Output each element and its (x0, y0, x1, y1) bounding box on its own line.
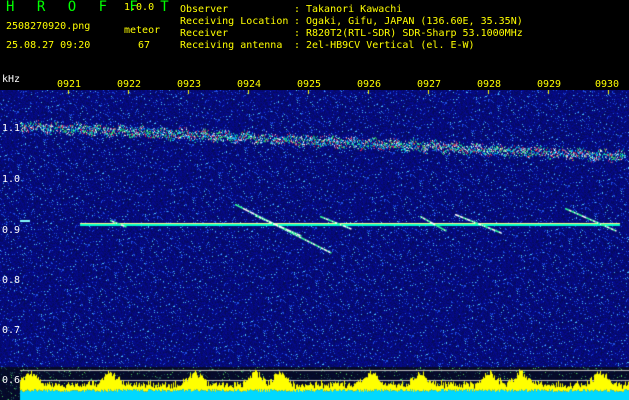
observer-value: Takanori Kawachi (306, 4, 403, 15)
time-tick: 0928 (477, 79, 502, 90)
receiver-value: R820T2(RTL-SDR) SDR-Sharp 53.1000MHz (306, 28, 523, 39)
frequency-tick: 0.6 (2, 375, 21, 386)
frequency-unit-label: kHz (2, 74, 21, 85)
location-label: Receiving Location (180, 16, 289, 27)
time-tick: 0929 (537, 79, 562, 90)
time-tick: 0930 (595, 79, 620, 90)
meteor-label: meteor (124, 25, 161, 36)
receiver-separator: : (294, 28, 301, 39)
frequency-tick: 1.0 (2, 174, 21, 185)
time-tick: 0924 (237, 79, 262, 90)
header-panel: H R O F F T 1.0.0 2508270920.png meteor … (0, 0, 629, 78)
observer-label: Observer (180, 4, 229, 15)
frequency-tick: 0.7 (2, 325, 21, 336)
location-value: Ogaki, Gifu, JAPAN (136.60E, 35.35N) (306, 16, 523, 27)
spectrogram-canvas (0, 90, 629, 400)
time-tick: 0926 (357, 79, 382, 90)
meteor-count: 67 (138, 40, 151, 51)
antenna-value: 2el-HB9CV Vertical (el. E-W) (306, 40, 475, 51)
antenna-label: Receiving antenna (180, 40, 283, 51)
observer-separator: : (294, 4, 301, 15)
time-tick: 0921 (57, 79, 82, 90)
time-tick: 0922 (117, 79, 142, 90)
time-tick: 0923 (177, 79, 202, 90)
date-time: 25.08.27 09:20 (6, 40, 91, 51)
frequency-tick: 1.1 (2, 123, 21, 134)
app-version: 1.0.0 (124, 2, 155, 13)
time-tick: 0927 (417, 79, 442, 90)
file-name: 2508270920.png (6, 21, 91, 32)
time-tick: 0925 (297, 79, 322, 90)
location-separator: : (294, 16, 301, 27)
frequency-tick: 0.9 (2, 225, 21, 236)
frequency-tick: 0.8 (2, 275, 21, 286)
receiver-label: Receiver (180, 28, 229, 39)
antenna-separator: : (294, 40, 301, 51)
